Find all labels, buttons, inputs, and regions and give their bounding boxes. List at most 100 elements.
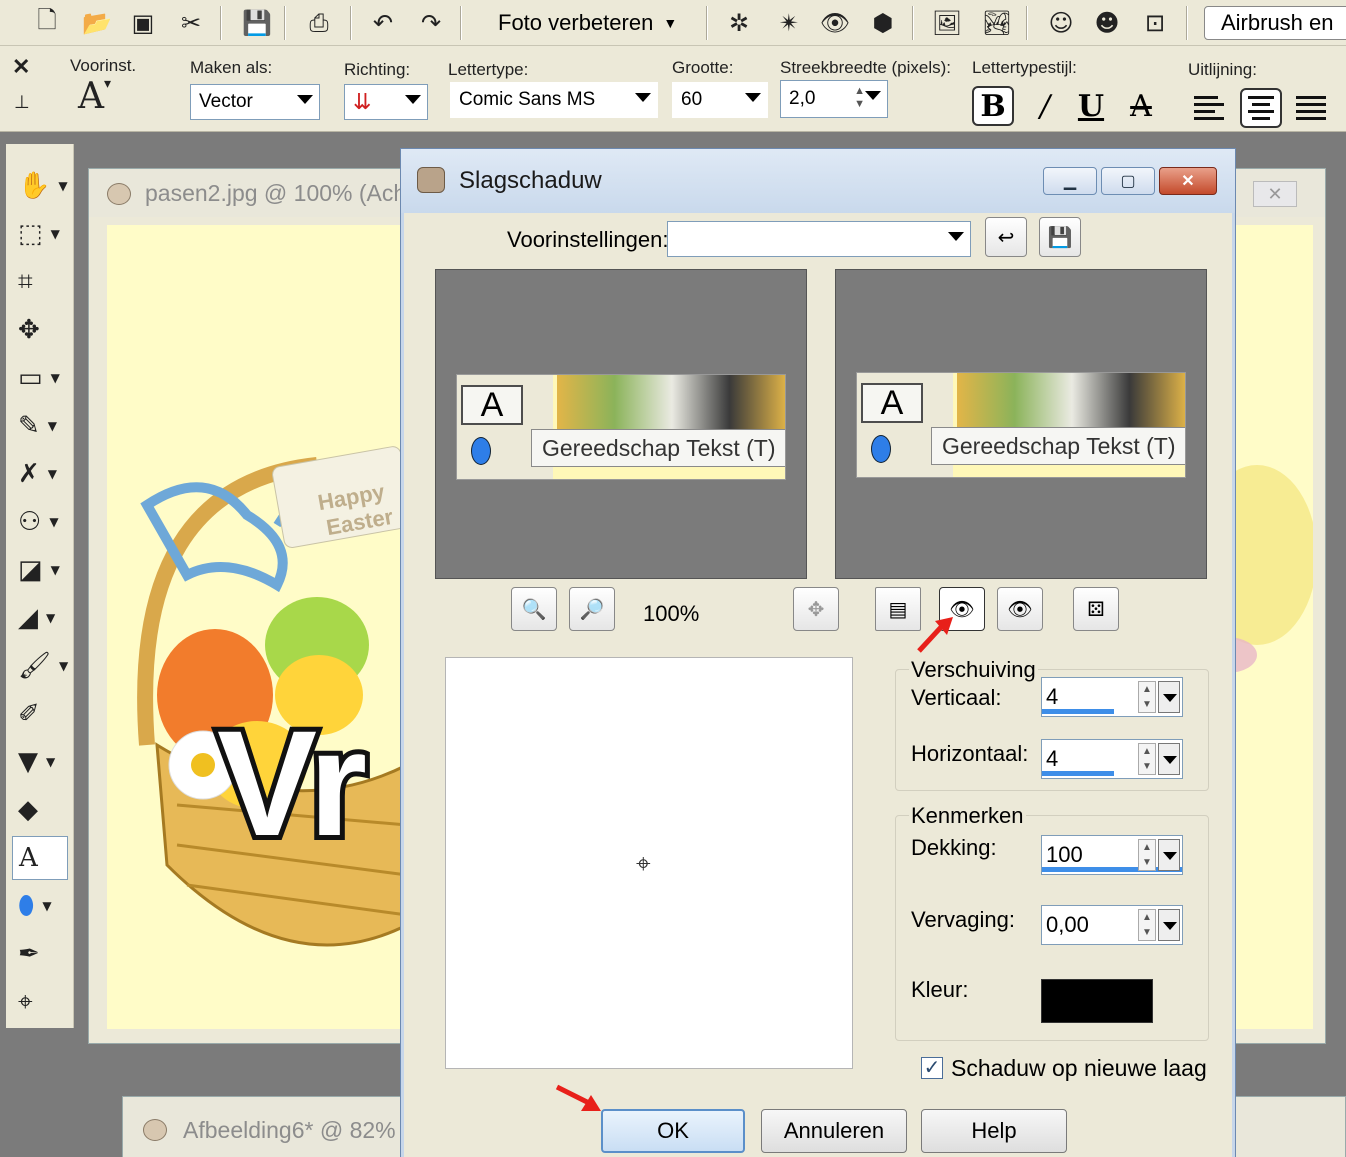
pick-tool[interactable]: ⌖	[12, 980, 68, 1024]
shape-tool[interactable]: ⬮ ▼	[12, 884, 68, 928]
font-select[interactable]: Comic Sans MS	[450, 82, 658, 118]
move-tool[interactable]: ✥	[12, 308, 68, 352]
pan-tool[interactable]: ✋ ▼	[12, 164, 68, 208]
new-layer-checkbox[interactable]: ✓	[921, 1057, 943, 1079]
open-folder-icon[interactable]: 📂	[80, 6, 114, 40]
chevron-down-icon: ▼	[59, 659, 69, 673]
chevron-down-icon	[297, 95, 313, 104]
toolbar-divider	[460, 6, 462, 40]
align-left-button[interactable]	[1188, 88, 1230, 128]
text-tool[interactable]: A	[12, 836, 68, 880]
dialog-title: Slagschaduw	[459, 167, 602, 194]
italic-button[interactable]: /	[1024, 86, 1066, 126]
ok-button[interactable]: OK	[601, 1109, 745, 1153]
zoom-in-button[interactable]: 🔎	[569, 587, 615, 631]
chevron-down-icon[interactable]	[1158, 681, 1180, 713]
one-step-fix-icon[interactable]: ✲	[722, 6, 756, 40]
text-preset-icon[interactable]: A▾	[78, 76, 111, 117]
shadow-color-swatch[interactable]	[1041, 979, 1153, 1023]
after-preview[interactable]: A Gereedschap Tekst (T)	[835, 269, 1207, 579]
dropper-tool[interactable]: ✎ ▼	[12, 404, 68, 448]
lighten-icon: ▼	[18, 747, 38, 777]
clarify-icon[interactable]: ⬢	[866, 6, 900, 40]
spin-arrows-icon[interactable]: ▲ ▼	[1138, 839, 1156, 871]
before-preview[interactable]: A Gereedschap Tekst (T)	[435, 269, 807, 579]
help-button[interactable]: Help	[921, 1109, 1067, 1153]
bold-button[interactable]: B	[972, 86, 1014, 126]
minimize-button[interactable]: ▁	[1043, 167, 1097, 195]
browse-icon[interactable]: ▣	[126, 6, 160, 40]
direction-select[interactable]: ⇊	[344, 84, 428, 120]
text-tool-icon: A	[861, 383, 923, 423]
fill-tool[interactable]: ◆	[12, 788, 68, 832]
marquee-tool[interactable]: ▭ ▼	[12, 356, 68, 400]
horizontal-offset-value: 4	[1046, 746, 1059, 771]
save-icon[interactable]: 💾	[240, 6, 274, 40]
smart-fix-icon[interactable]: ✴	[772, 6, 806, 40]
spin-arrows-icon[interactable]: ▲ ▼	[854, 85, 865, 111]
paint-brush-tool[interactable]: 🖌 ▼	[12, 644, 68, 688]
stroke-width-input[interactable]: 2,0 ▲ ▼	[780, 80, 888, 118]
randomize-button[interactable]: ⚄	[1073, 587, 1119, 631]
pan-preview-button[interactable]: ✥	[793, 587, 839, 631]
airbrush-menu[interactable]: Airbrush en	[1204, 6, 1346, 40]
crop-tool[interactable]: ⌗	[12, 260, 68, 304]
makeover-tool[interactable]: ✗ ▼	[12, 452, 68, 496]
save-preset-button[interactable]: 💾	[1039, 217, 1081, 257]
scanner-icon[interactable]: ✂	[174, 6, 208, 40]
document-close-button[interactable]: ✕	[1253, 181, 1297, 207]
color-replacer-tool[interactable]: ✐	[12, 692, 68, 736]
scratch-remover-tool[interactable]: ◪ ▼	[12, 548, 68, 592]
marquee-icon: ▭	[18, 363, 43, 393]
offset-drag-area[interactable]: ⌖	[445, 657, 853, 1069]
size-select[interactable]: 60	[672, 82, 768, 118]
pin-icon[interactable]: ⊥	[14, 92, 30, 113]
landscape-icon[interactable]: 🏞	[980, 6, 1014, 40]
close-icon[interactable]: ✕	[12, 54, 30, 80]
chevron-down-icon: ▼	[49, 515, 59, 529]
object-remover-icon: ◢	[18, 603, 38, 633]
opacity-label: Dekking:	[911, 835, 997, 860]
chevron-down-icon[interactable]	[1158, 909, 1180, 941]
blur-input[interactable]: 0,00 ▲ ▼	[1041, 905, 1183, 945]
spin-arrows-icon[interactable]: ▲ ▼	[1138, 743, 1156, 775]
align-center-button[interactable]	[1240, 88, 1282, 128]
clone-tool[interactable]: ⚇ ▼	[12, 500, 68, 544]
print-icon[interactable]: ⎙	[302, 6, 336, 40]
cancel-button[interactable]: Annuleren	[761, 1109, 907, 1153]
selection-tool[interactable]: ⬚ ▼	[12, 212, 68, 256]
chevron-down-icon[interactable]	[1158, 839, 1180, 871]
reset-preset-button[interactable]: ↩	[985, 217, 1027, 257]
spin-arrows-icon[interactable]: ▲ ▼	[1138, 681, 1156, 713]
object-remover-tool[interactable]: ◢ ▼	[12, 596, 68, 640]
lighten-tool[interactable]: ▼ ▼	[12, 740, 68, 784]
strikethrough-button[interactable]: A	[1120, 86, 1162, 126]
frame-icon[interactable]: ⊡	[1138, 6, 1172, 40]
spin-arrows-icon[interactable]: ▲ ▼	[1138, 909, 1156, 941]
enhance-photo-menu[interactable]: Foto verbeteren ▼	[490, 6, 700, 40]
maximize-button[interactable]: ▢	[1101, 167, 1155, 195]
align-right-button[interactable]	[1290, 88, 1332, 128]
ellipse-icon: ⬮	[18, 890, 35, 921]
opacity-input[interactable]: 100 ▲ ▼	[1041, 835, 1183, 875]
chevron-down-icon[interactable]	[1158, 743, 1180, 775]
presets-select[interactable]	[667, 221, 971, 257]
stroke-width-value: 2,0	[789, 88, 816, 109]
person-icon[interactable]: ☺	[1044, 6, 1078, 40]
horizontal-offset-input[interactable]: 4 ▲ ▼	[1041, 739, 1183, 779]
preview-on-image-button[interactable]: 👁	[997, 587, 1043, 631]
zoom-out-button[interactable]: 🔍	[511, 587, 557, 631]
underline-button[interactable]: U	[1070, 86, 1112, 126]
redo-icon[interactable]: ↷	[414, 6, 448, 40]
new-file-icon[interactable]: 🗋	[30, 6, 64, 40]
document-title: pasen2.jpg @ 100% (Ach	[145, 179, 407, 206]
face-icon[interactable]: ☻	[1090, 6, 1124, 40]
create-as-select[interactable]: Vector	[190, 84, 320, 120]
dialog-close-button[interactable]: ✕	[1159, 167, 1217, 195]
red-eye-icon[interactable]: 👁	[818, 6, 852, 40]
pen-tool[interactable]: ✒	[12, 932, 68, 976]
vertical-offset-input[interactable]: 4 ▲ ▼	[1041, 677, 1183, 717]
undo-icon[interactable]: ↶	[366, 6, 400, 40]
portrait-icon[interactable]: 🖼	[930, 6, 964, 40]
save-icon: 💾	[1047, 225, 1073, 249]
